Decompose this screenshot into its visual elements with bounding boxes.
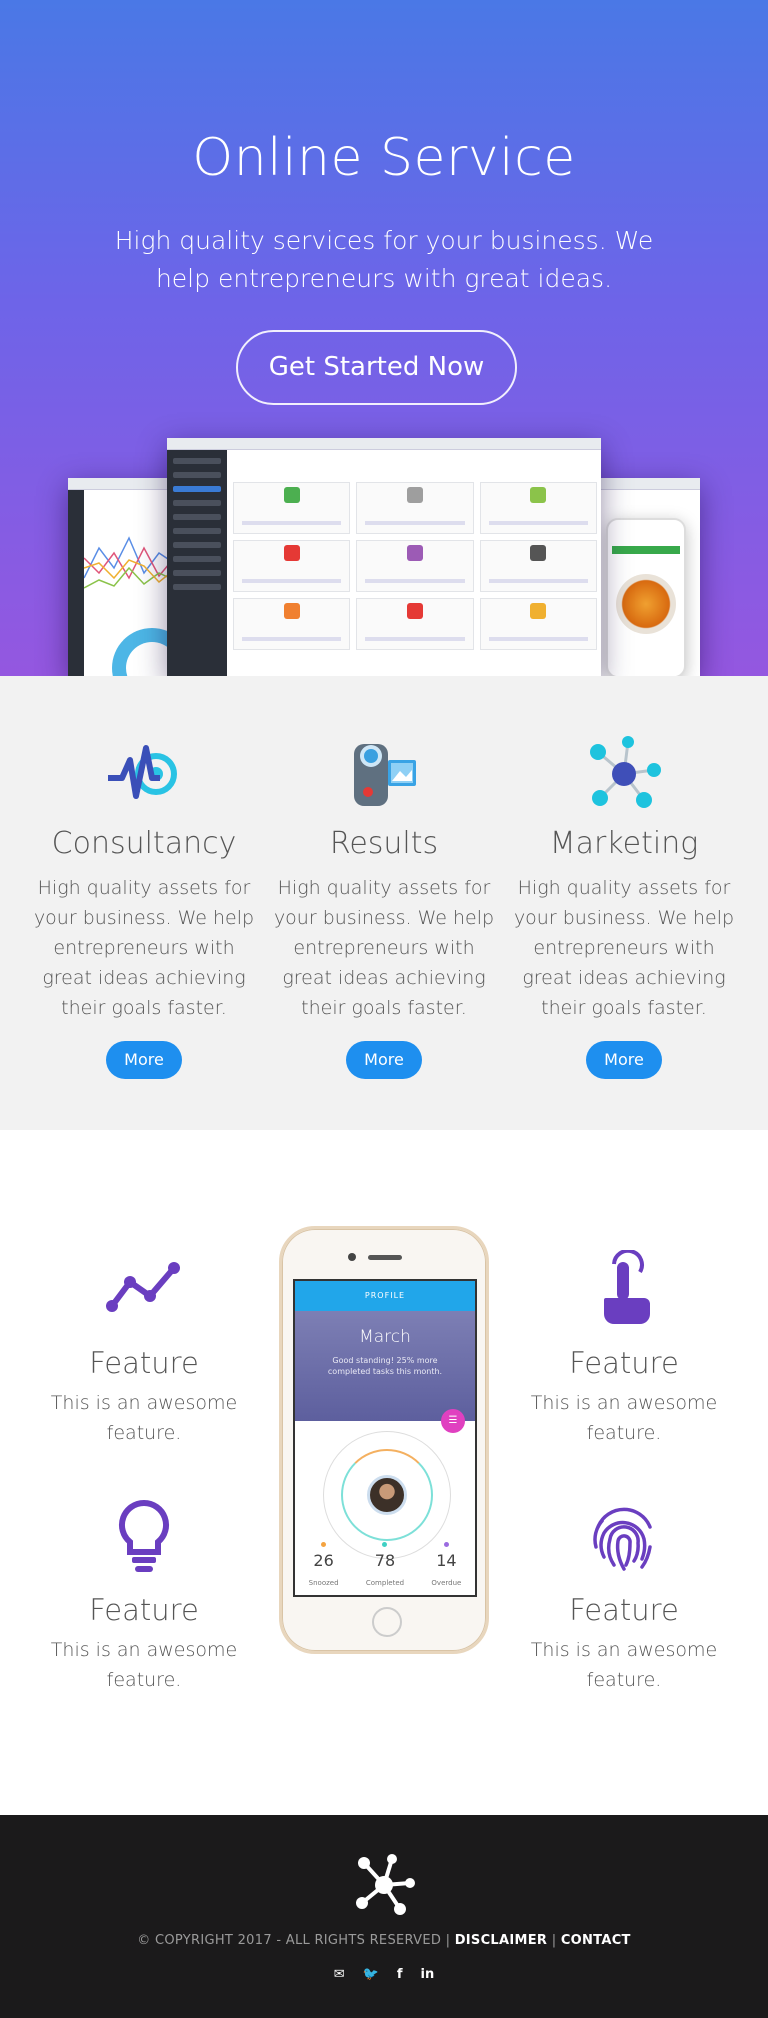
phone-screen: PROFILE March Good standing! 25% more co… [293,1279,477,1597]
feature-title: Feature [569,1593,679,1627]
avatar [367,1475,407,1515]
feature-text: This is an awesome feature. [530,1639,718,1691]
service-text: High quality assets for your business. W… [513,877,735,1019]
network-logo-icon [356,1854,415,1915]
copyright-text: © COPYRIGHT 2017 - ALL RIGHTS RESERVED | [137,1933,451,1948]
feature-item: Feature This is an awesome feature. [34,1497,254,1695]
service-consultancy: Consultancy High quality assets for your… [24,736,264,1079]
facebook-icon[interactable]: f [397,1967,403,1982]
feature-title: Feature [89,1593,199,1627]
app-note: Good standing! 25% more completed tasks … [327,1356,443,1376]
service-title: Results [329,826,439,861]
app-stats: 26 Snoozed 78 Completed 14 Overdue [295,1542,475,1589]
stat-snoozed: 26 Snoozed [309,1542,339,1589]
linkedin-icon[interactable]: in [421,1967,435,1982]
feature-item: Feature This is an awesome feature. [514,1250,734,1448]
email-icon[interactable]: ✉ [334,1967,345,1982]
feature-text: This is an awesome feature. [50,1639,238,1691]
network-icon [590,736,661,808]
stat-overdue: 14 Overdue [431,1542,461,1589]
feature-item: Feature This is an awesome feature. [514,1497,734,1695]
service-text: High quality assets for your business. W… [273,877,495,1019]
feature-text: This is an awesome feature. [530,1392,718,1444]
disclaimer-link[interactable]: DISCLAIMER [455,1933,548,1948]
contact-link[interactable]: CONTACT [561,1933,631,1948]
services-section: Consultancy High quality assets for your… [0,676,768,1130]
app-month: March [359,1327,411,1347]
speaker-icon [368,1255,402,1260]
service-marketing: Marketing High quality assets for your b… [504,736,744,1079]
service-text: High quality assets for your business. W… [33,877,255,1019]
hero-section: Online Service High quality services for… [0,0,768,676]
twitter-icon[interactable]: 🐦 [363,1967,379,1982]
mobile-app-thumbnail [606,518,686,676]
tap-hand-icon [604,1250,650,1324]
home-button [372,1607,402,1637]
hero-title: Online Service [192,128,576,188]
feature-item: Feature This is an awesome feature. [34,1250,254,1448]
hero-subtitle: High quality services for your business.… [114,226,654,293]
dashboard-screenshot-main [167,438,601,676]
app-header: PROFILE [295,1281,475,1311]
features-section: Feature This is an awesome feature. Feat… [0,1130,768,1815]
get-started-button[interactable]: Get Started Now [236,330,517,405]
app-month-card: March Good standing! 25% more completed … [295,1311,475,1433]
social-links: ✉ 🐦 f in [0,1967,768,1982]
stat-completed: 78 Completed [366,1542,404,1589]
footer-separator: | [551,1933,557,1948]
service-results: Results High quality assets for your bus… [264,736,504,1079]
trend-line-icon [106,1262,180,1312]
feature-title: Feature [89,1346,199,1380]
feature-title: Feature [569,1346,679,1380]
more-button[interactable]: More [106,1041,182,1079]
camera-icon [348,1253,356,1261]
footer: © COPYRIGHT 2017 - ALL RIGHTS RESERVED |… [0,1815,768,2018]
consultancy-icon [108,745,177,799]
service-title: Consultancy [51,826,237,861]
phone-mockup: PROFILE March Good standing! 25% more co… [279,1226,489,1654]
fingerprint-icon [593,1507,652,1571]
copyright-line: © COPYRIGHT 2017 - ALL RIGHTS RESERVED |… [0,1933,768,1948]
more-button[interactable]: More [346,1041,422,1079]
video-camera-icon [354,744,416,806]
lightbulb-icon [118,1499,170,1572]
more-button[interactable]: More [586,1041,662,1079]
feature-text: This is an awesome feature. [50,1392,238,1444]
list-icon: ☰ [441,1409,465,1433]
service-title: Marketing [549,826,699,861]
